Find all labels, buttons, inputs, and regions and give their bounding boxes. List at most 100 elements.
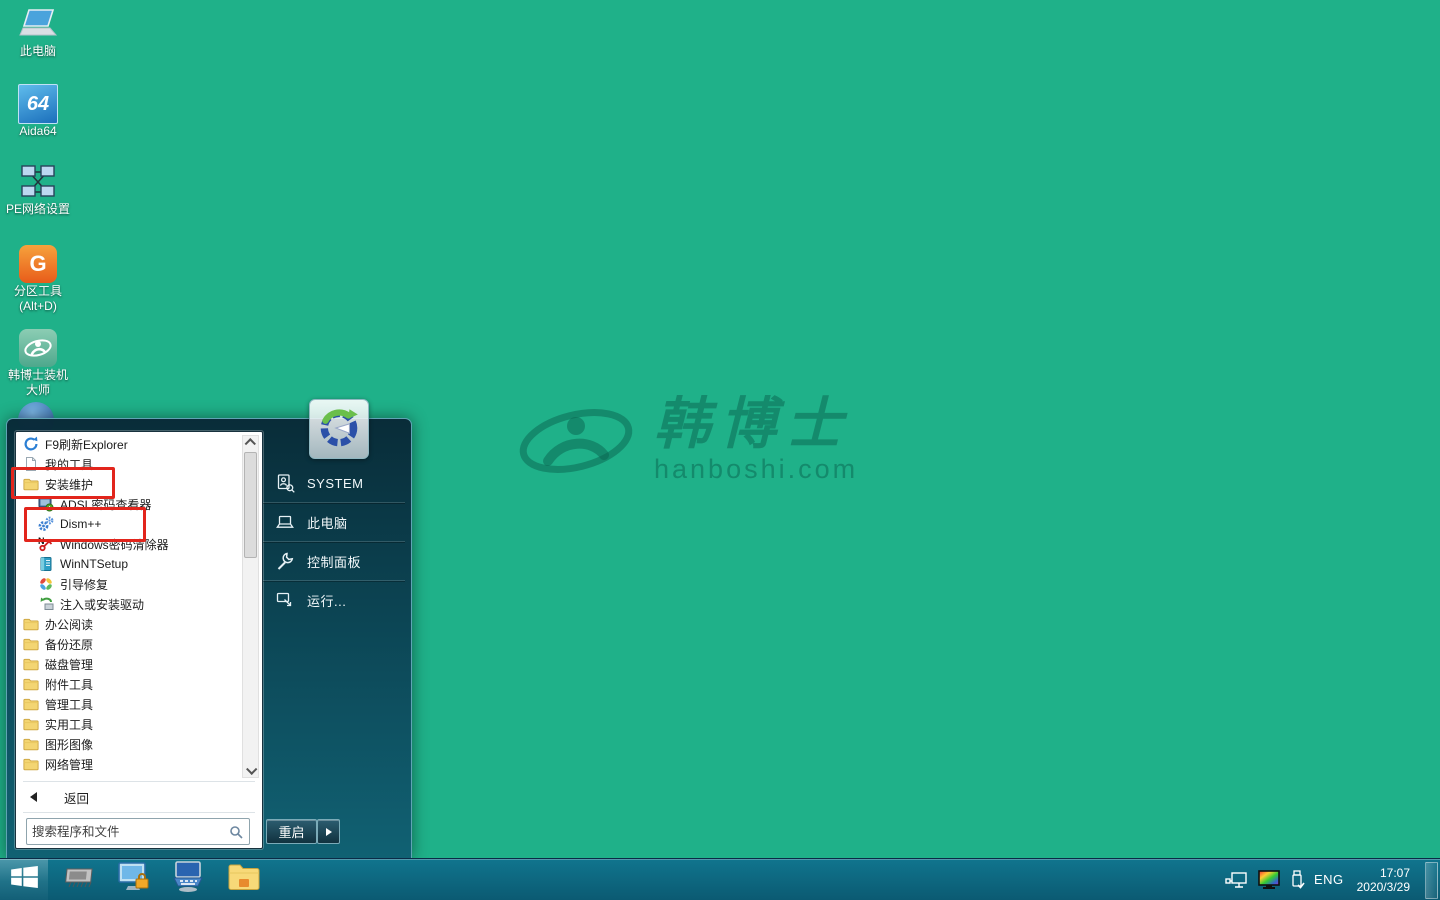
arrow-right-icon: [326, 828, 332, 836]
refresh-icon: [23, 436, 40, 452]
start-menu-right-item-0[interactable]: SYSTEM: [263, 464, 405, 502]
program-label: 附件工具: [45, 676, 93, 693]
system-restore-icon: [316, 404, 362, 455]
program-label: WinNTSetup: [60, 557, 128, 571]
pe-network-icon: [0, 162, 76, 202]
divider: [23, 781, 255, 782]
partition-tool-icon: G: [0, 244, 76, 284]
start-menu-program-15[interactable]: 图形图像: [17, 734, 243, 754]
start-menu-right-item-1[interactable]: 此电脑: [263, 502, 405, 541]
start-menu-program-14[interactable]: 实用工具: [17, 714, 243, 734]
search-input[interactable]: [27, 825, 225, 839]
start-menu-program-13[interactable]: 管理工具: [17, 694, 243, 714]
system-tray: ENG 17:07 2020/3/29: [1225, 859, 1410, 900]
language-indicator[interactable]: ENG: [1314, 872, 1344, 887]
this-pc-icon: [0, 4, 76, 44]
desktop: 韩博士 hanboshi.com 此电脑 64 Aida64: [0, 0, 1440, 900]
taskbar-button-onscreen-keyboard[interactable]: [169, 859, 207, 900]
folder-icon: [23, 656, 40, 672]
hanboshi-logo-icon: [518, 399, 634, 483]
start-menu-right-item-2[interactable]: 控制面板: [263, 541, 405, 580]
tray-date: 2020/3/29: [1357, 880, 1410, 894]
start-menu-program-16[interactable]: 网络管理: [17, 754, 243, 774]
program-label: 图形图像: [45, 736, 93, 753]
program-label: 备份还原: [45, 636, 93, 653]
aida64-icon: 64: [0, 84, 76, 124]
tray-clock[interactable]: 17:07 2020/3/29: [1357, 866, 1410, 894]
start-button[interactable]: [0, 859, 48, 900]
folder-icon: [23, 676, 40, 692]
desktop-icon-pe-network[interactable]: PE网络设置: [0, 162, 76, 217]
highlight-box-install-maintenance: [11, 467, 115, 499]
program-label: 网络管理: [45, 756, 93, 773]
network-icon[interactable]: [1225, 870, 1249, 890]
pc-lock-icon: [116, 860, 152, 899]
user-search-icon: [275, 473, 295, 493]
desktop-icon-aida64[interactable]: 64 Aida64: [0, 84, 76, 139]
program-list-scrollbar[interactable]: [242, 435, 259, 778]
folder-icon: [227, 862, 261, 897]
memory-chip-icon: [63, 860, 97, 899]
scrollbar-thumb[interactable]: [244, 452, 257, 558]
start-menu-avatar[interactable]: [309, 399, 369, 459]
start-menu-program-12[interactable]: 附件工具: [17, 674, 243, 694]
start-menu-program-10[interactable]: 备份还原: [17, 634, 243, 654]
display-color-icon[interactable]: [1258, 870, 1280, 890]
divider: [23, 812, 255, 813]
tray-time: 17:07: [1357, 866, 1410, 880]
hanboshi-master-icon: [0, 328, 76, 368]
scroll-up-icon[interactable]: [243, 436, 258, 450]
watermark-title: 韩博士: [654, 396, 858, 452]
program-label: 办公阅读: [45, 616, 93, 633]
start-menu: F9刷新Explorer我的工具安装维护ADSL密码查看器Dism++NWind…: [6, 418, 412, 859]
folder-icon: [23, 736, 40, 752]
windows-logo-icon: [11, 866, 38, 893]
folder-icon: [23, 696, 40, 712]
folder-icon: [23, 636, 40, 652]
start-menu-program-7[interactable]: 引导修复: [17, 574, 243, 594]
start-menu-program-9[interactable]: 办公阅读: [17, 614, 243, 634]
taskbar-button-memory-tool[interactable]: [61, 859, 99, 900]
usb-icon[interactable]: [1289, 870, 1305, 890]
highlight-box-dism: [24, 507, 146, 542]
taskbar-button-file-explorer[interactable]: [225, 859, 263, 900]
folder-icon: [23, 716, 40, 732]
right-item-label: 控制面板: [307, 552, 361, 571]
laptop-icon: [275, 512, 295, 532]
desktop-icon-hanboshi-master[interactable]: 韩博士装机 大师: [0, 328, 76, 398]
taskbar: ENG 17:07 2020/3/29: [0, 858, 1440, 900]
taskbar-button-pc-security[interactable]: [115, 859, 153, 900]
driver-icon: [38, 596, 55, 612]
setup-icon: [38, 556, 55, 572]
start-menu-program-8[interactable]: 注入或安装驱动: [17, 594, 243, 614]
program-label: 实用工具: [45, 716, 93, 733]
keyboard-display-icon: [170, 860, 206, 899]
watermark-domain: hanboshi.com: [654, 454, 858, 485]
restart-button[interactable]: 重启: [266, 819, 317, 844]
desktop-icon-this-pc[interactable]: 此电脑: [0, 4, 76, 59]
run-icon: [275, 590, 295, 610]
back-button[interactable]: 返回: [16, 784, 262, 810]
right-item-label: SYSTEM: [307, 476, 363, 491]
program-label: 管理工具: [45, 696, 93, 713]
restart-options-button[interactable]: [317, 819, 340, 844]
program-label: 引导修复: [60, 576, 108, 593]
program-label: 磁盘管理: [45, 656, 93, 673]
start-menu-right-item-3[interactable]: 运行...: [263, 580, 405, 619]
scroll-down-icon[interactable]: [243, 763, 258, 777]
desktop-icon-partition-tool[interactable]: G 分区工具 (Alt+D): [0, 244, 76, 314]
back-arrow-icon: [30, 792, 37, 802]
search-icon: [229, 825, 243, 839]
right-item-label: 此电脑: [307, 513, 348, 532]
start-menu-program-0[interactable]: F9刷新Explorer: [17, 434, 243, 454]
search-box[interactable]: [26, 818, 250, 845]
program-label: 注入或安装驱动: [60, 596, 144, 613]
show-desktop-button[interactable]: [1425, 862, 1438, 899]
program-label: F9刷新Explorer: [45, 436, 128, 453]
pinwheel-icon: [38, 576, 55, 592]
start-menu-program-11[interactable]: 磁盘管理: [17, 654, 243, 674]
folder-icon: [23, 616, 40, 632]
right-item-label: 运行...: [307, 591, 346, 610]
start-menu-right-panel: SYSTEM 此电脑控制面板运行...: [263, 464, 405, 619]
start-menu-program-6[interactable]: WinNTSetup: [17, 554, 243, 574]
